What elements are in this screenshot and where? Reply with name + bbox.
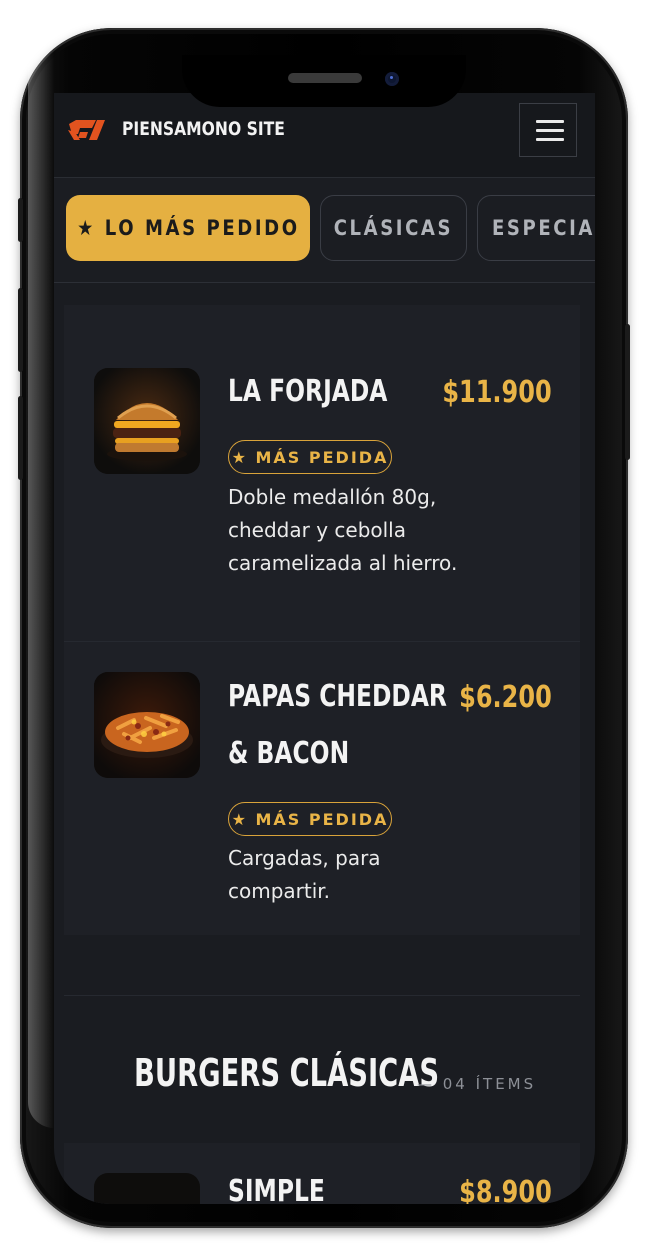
mute-switch [18,198,23,242]
tab-clasicas[interactable]: CLÁSICAS [320,195,467,261]
front-camera-icon [385,72,399,86]
menu-bar [536,138,564,141]
menu-bar [536,120,564,123]
hamburger-menu-icon[interactable] [519,103,577,157]
item-name: LA FORJADA [228,374,388,409]
brand-name[interactable]: PIENSAMONO SITE [122,118,285,140]
item-description: Cargadas, para compartir. [228,846,381,903]
list-item[interactable]: LA FORJADA $11.900 ★ MÁS PEDIDA Doble me… [64,305,580,641]
menu-bar [536,129,564,132]
pm-logo-icon[interactable] [66,116,108,144]
app-screen: PIENSAMONO SITE ★ LO MÁS PEDIDO CLÁSICAS… [54,93,595,1204]
phone-notch [182,55,466,107]
featured-list: LA FORJADA $11.900 ★ MÁS PEDIDA Doble me… [64,305,580,935]
list-item[interactable]: PAPAS CHEDDAR & BACON $6.200 ★ MÁS PEDID… [64,641,580,936]
speaker-grille [288,73,362,83]
category-tabs: ★ LO MÁS PEDIDO CLÁSICAS ESPECIAL [54,178,595,283]
item-price: $6.200 [459,680,552,715]
fries-photo [94,672,200,778]
most-ordered-badge: ★ MÁS PEDIDA [228,440,392,474]
power-button [625,324,630,460]
item-name: PAPAS CHEDDAR & BACON [228,679,447,771]
section-title: BURGERS CLÁSICAS [134,1051,440,1095]
volume-up-button [18,288,23,372]
most-ordered-badge: ★ MÁS PEDIDA [228,802,392,836]
burger-photo [94,1173,200,1204]
item-description: Doble medallón 80g, cheddar y cebolla ca… [228,485,458,575]
item-price: $11.900 [442,375,552,410]
clasicas-list: SIMPLE $8.900 [64,1143,580,1204]
item-name[interactable]: SIMPLE [228,1163,454,1204]
volume-down-button [18,396,23,480]
tab-lo-mas-pedido[interactable]: ★ LO MÁS PEDIDO [66,195,310,261]
section-divider [64,995,580,996]
item-price: $8.900 [459,1175,552,1204]
burger-photo [94,368,200,474]
tab-especial[interactable]: ESPECIAL [477,195,595,261]
section-item-count: — 04 ÍTEMS [417,1075,537,1093]
